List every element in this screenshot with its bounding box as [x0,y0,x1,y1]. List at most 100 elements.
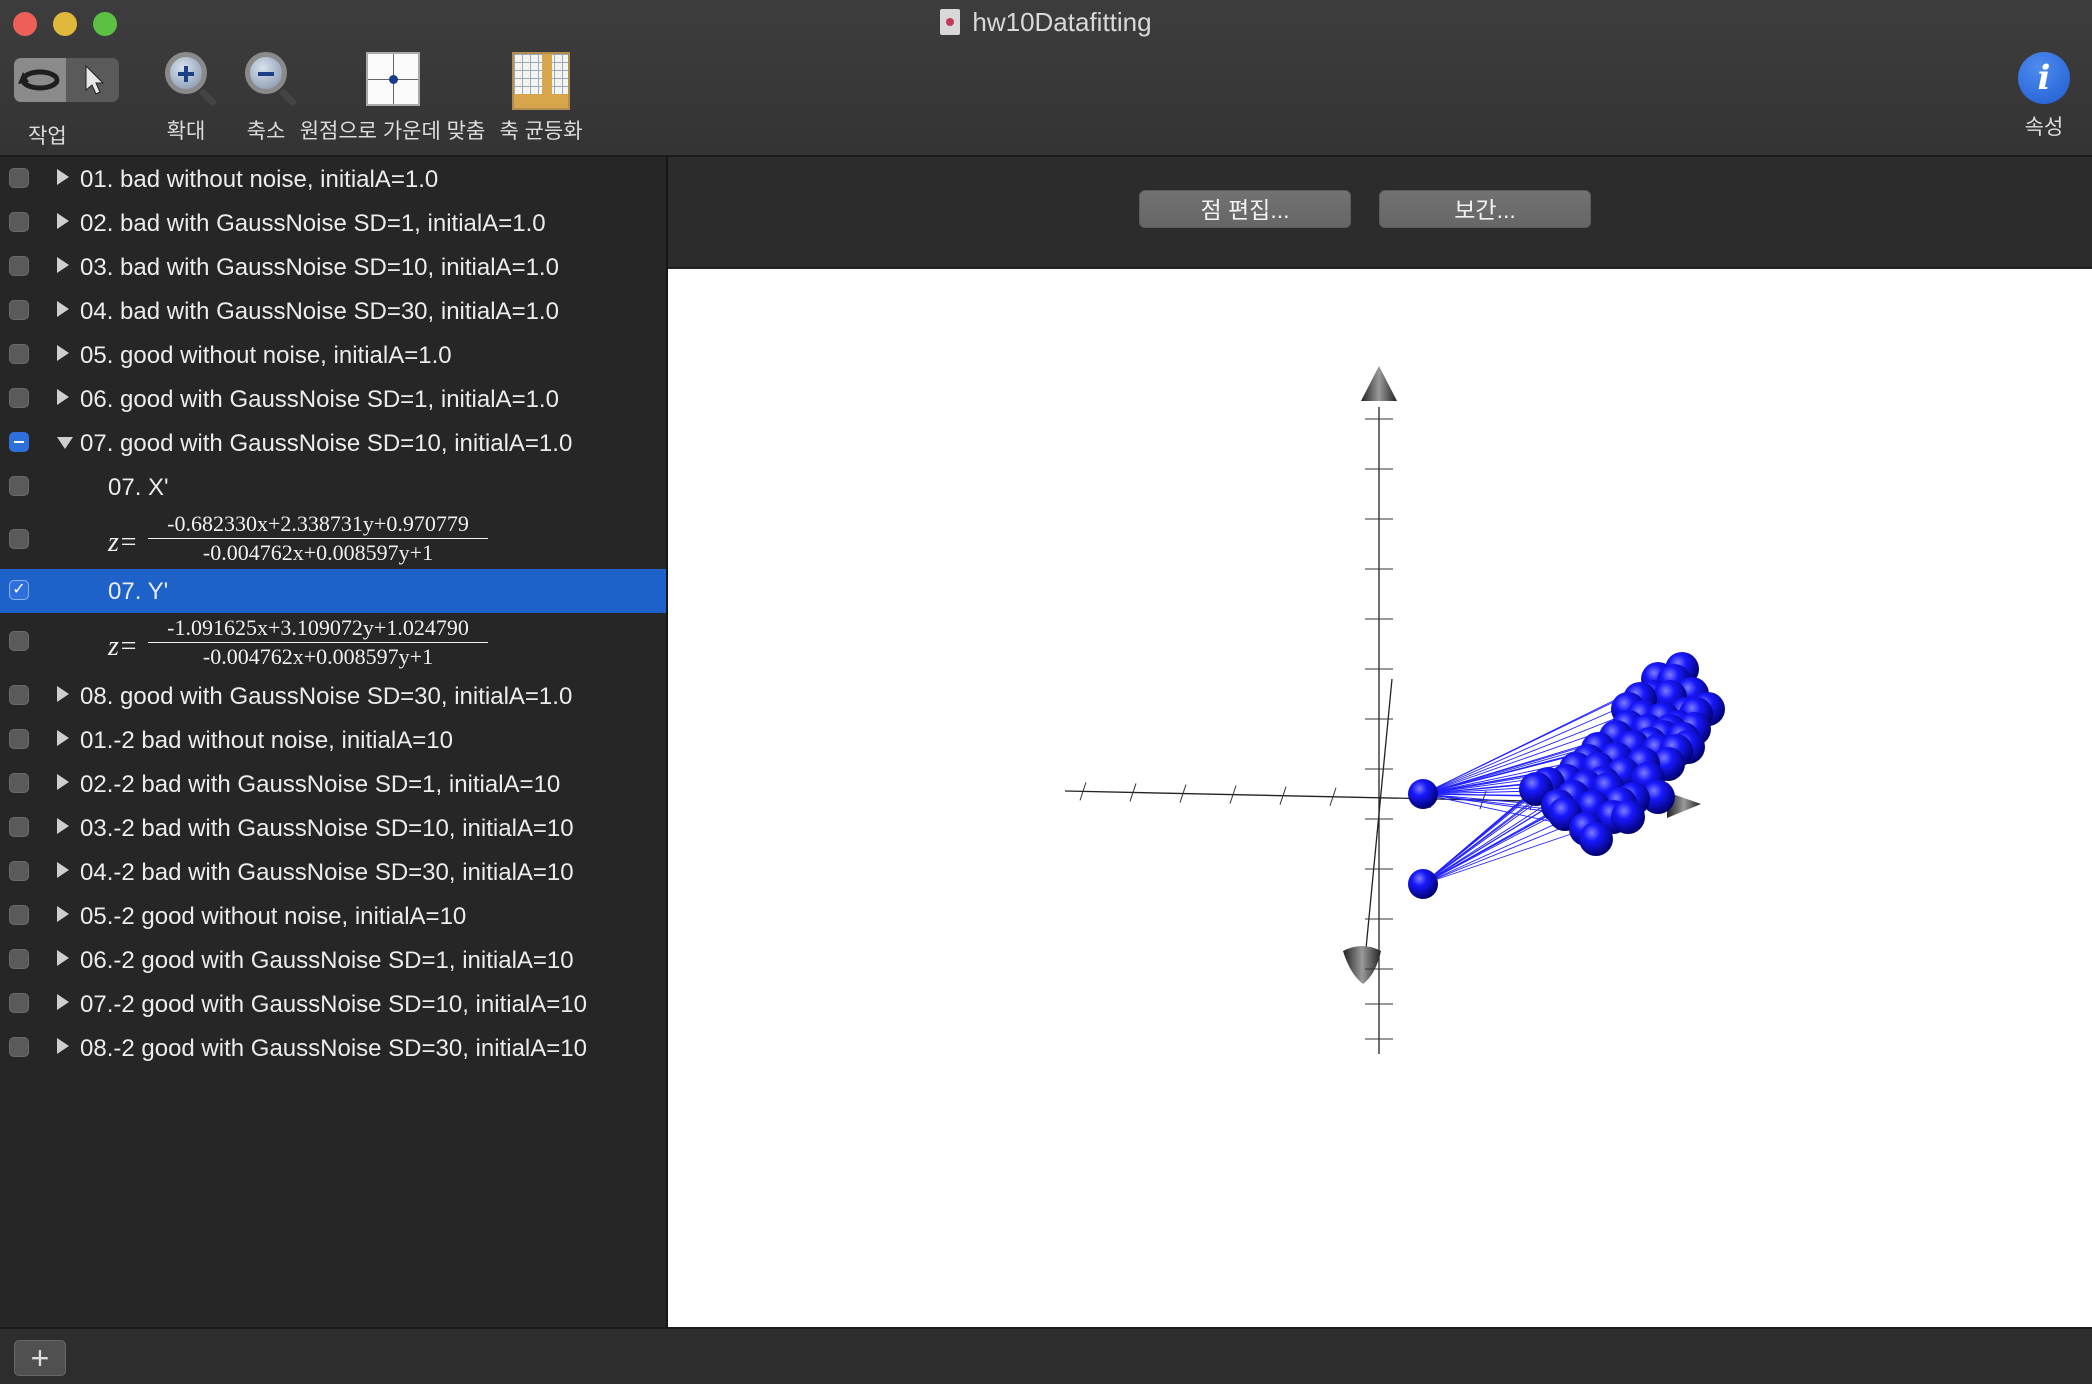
data-point [1579,822,1613,856]
equalize-axes-label: 축 균등화 [499,120,583,143]
visibility-checkbox[interactable] [9,300,29,320]
list-item-label: 08.-2 good with GaussNoise SD=30, initia… [80,1035,587,1062]
interpolate-button[interactable]: 보간... [1379,190,1591,228]
visibility-checkbox-checked[interactable]: ✓ [9,580,29,600]
disclosure-triangle-open-icon[interactable] [57,437,73,449]
visibility-checkbox[interactable] [9,861,29,881]
center-origin-button[interactable]: 원점으로 가운데 맞춤 [295,52,490,145]
visibility-checkbox[interactable] [9,949,29,969]
visibility-checkbox-mixed[interactable] [9,432,29,452]
properties-label: 속성 [2024,116,2064,139]
disclosure-triangle-icon[interactable] [57,774,69,790]
disclosure-triangle-icon[interactable] [57,213,69,229]
pointer-arrow-icon [85,64,105,95]
list-item[interactable]: 01. bad without noise, initialA=1.0 [0,157,666,201]
visibility-checkbox[interactable] [9,476,29,496]
disclosure-triangle-icon[interactable] [57,301,69,317]
disclosure-triangle-icon[interactable] [57,1038,69,1054]
visibility-checkbox[interactable] [9,212,29,232]
list-item-label: 01.-2 bad without noise, initialA=10 [80,727,453,754]
zoom-out-button[interactable]: 축소 [226,52,306,145]
visibility-checkbox[interactable] [9,168,29,188]
zoom-out-icon [245,52,287,94]
visibility-checkbox[interactable] [9,817,29,837]
equalize-axes-button[interactable]: 축 균등화 [496,52,586,145]
rotate-icon [18,69,60,91]
visibility-checkbox[interactable] [9,993,29,1013]
visibility-checkbox[interactable] [9,529,29,549]
center-origin-label: 원점으로 가운데 맞춤 [299,120,486,143]
formula-denominator: -0.004762x+0.008597y+1 [202,644,434,669]
visibility-checkbox[interactable] [9,631,29,651]
formula-row-x[interactable]: z= -0.682330x+2.338731y+0.970779 -0.0047… [0,509,666,569]
list-item-label: 08. good with GaussNoise SD=30, initialA… [80,683,573,710]
zoom-in-icon [165,52,207,94]
list-item-label: 06. good with GaussNoise SD=1, initialA=… [80,386,559,413]
child-item-y-selected[interactable]: ✓ 07. Y' [0,569,666,613]
list-item-label: 02. bad with GaussNoise SD=1, initialA=1… [80,210,546,237]
list-item[interactable]: 05. good without noise, initialA=1.0 [0,333,666,377]
child-item-label: 07. Y' [108,578,169,605]
list-item[interactable]: 08. good with GaussNoise SD=30, initialA… [0,674,666,718]
action-segmented-control[interactable] [14,58,119,102]
disclosure-triangle-icon[interactable] [57,818,69,834]
list-item[interactable]: 01.-2 bad without noise, initialA=10 [0,718,666,762]
crosshair-icon [365,52,420,106]
visibility-checkbox[interactable] [9,729,29,749]
action-label: 작업 [28,125,67,148]
child-item-x[interactable]: 07. X' [0,465,666,509]
disclosure-triangle-icon[interactable] [57,862,69,878]
disclosure-triangle-icon[interactable] [57,389,69,405]
visibility-checkbox[interactable] [9,1037,29,1057]
ruler-grid-icon [512,52,570,110]
list-item[interactable]: 06. good with GaussNoise SD=1, initialA=… [0,377,666,421]
list-item[interactable]: 04. bad with GaussNoise SD=30, initialA=… [0,289,666,333]
fit-line [1422,828,1587,885]
list-item[interactable]: 02.-2 bad with GaussNoise SD=1, initialA… [0,762,666,806]
graph-toolbar: 점 편집... 보간... [668,157,2092,268]
zoom-in-label: 확대 [166,120,206,143]
add-equation-button[interactable]: + [14,1340,66,1376]
formula-row-y[interactable]: z= -1.091625x+3.109072y+1.024790 -0.0047… [0,613,666,673]
disclosure-triangle-icon[interactable] [57,994,69,1010]
zoom-out-label: 축소 [246,120,286,143]
disclosure-triangle-icon[interactable] [57,686,69,702]
list-item[interactable]: 08.-2 good with GaussNoise SD=30, initia… [0,1026,666,1070]
list-item[interactable]: 02. bad with GaussNoise SD=1, initialA=1… [0,201,666,245]
disclosure-triangle-icon[interactable] [57,906,69,922]
visibility-checkbox[interactable] [9,344,29,364]
disclosure-triangle-icon[interactable] [57,169,69,185]
graph-3d-canvas[interactable] [668,269,2092,1327]
bottom-bar: + [0,1327,2092,1384]
rotate-mode-button[interactable] [14,58,66,102]
visibility-checkbox[interactable] [9,256,29,276]
disclosure-triangle-icon[interactable] [57,345,69,361]
list-item-expanded[interactable]: 07. good with GaussNoise SD=10, initialA… [0,421,666,465]
plot-3d[interactable] [668,269,2092,1327]
properties-button[interactable]: i 속성 [2004,52,2084,141]
child-item-label: 07. X' [108,474,169,501]
zoom-in-button[interactable]: 확대 [146,52,226,145]
list-item[interactable]: 05.-2 good without noise, initialA=10 [0,894,666,938]
visibility-checkbox[interactable] [9,388,29,408]
fraction: -1.091625x+3.109072y+1.024790 -0.004762x… [148,615,488,670]
disclosure-triangle-icon[interactable] [57,730,69,746]
list-item-label: 07. good with GaussNoise SD=10, initialA… [80,430,573,457]
action-tool: 작업 [28,116,67,150]
list-item-label: 04. bad with GaussNoise SD=30, initialA=… [80,298,559,325]
fraction: -0.682330x+2.338731y+0.970779 -0.004762x… [148,511,488,566]
list-item[interactable]: 07.-2 good with GaussNoise SD=10, initia… [0,982,666,1026]
list-item-label: 03.-2 bad with GaussNoise SD=10, initial… [80,815,574,842]
list-item[interactable]: 06.-2 good with GaussNoise SD=1, initial… [0,938,666,982]
visibility-checkbox[interactable] [9,773,29,793]
disclosure-triangle-icon[interactable] [57,950,69,966]
window-toolbar: hw10Datafitting 작업 확대 축소 원점으로 가운데 맞춤 축 균… [0,0,2092,157]
list-item[interactable]: 03.-2 bad with GaussNoise SD=10, initial… [0,806,666,850]
visibility-checkbox[interactable] [9,905,29,925]
visibility-checkbox[interactable] [9,685,29,705]
pointer-mode-button[interactable] [66,58,119,102]
list-item[interactable]: 04.-2 bad with GaussNoise SD=30, initial… [0,850,666,894]
list-item[interactable]: 03. bad with GaussNoise SD=10, initialA=… [0,245,666,289]
disclosure-triangle-icon[interactable] [57,257,69,273]
edit-points-button[interactable]: 점 편집... [1139,190,1351,228]
